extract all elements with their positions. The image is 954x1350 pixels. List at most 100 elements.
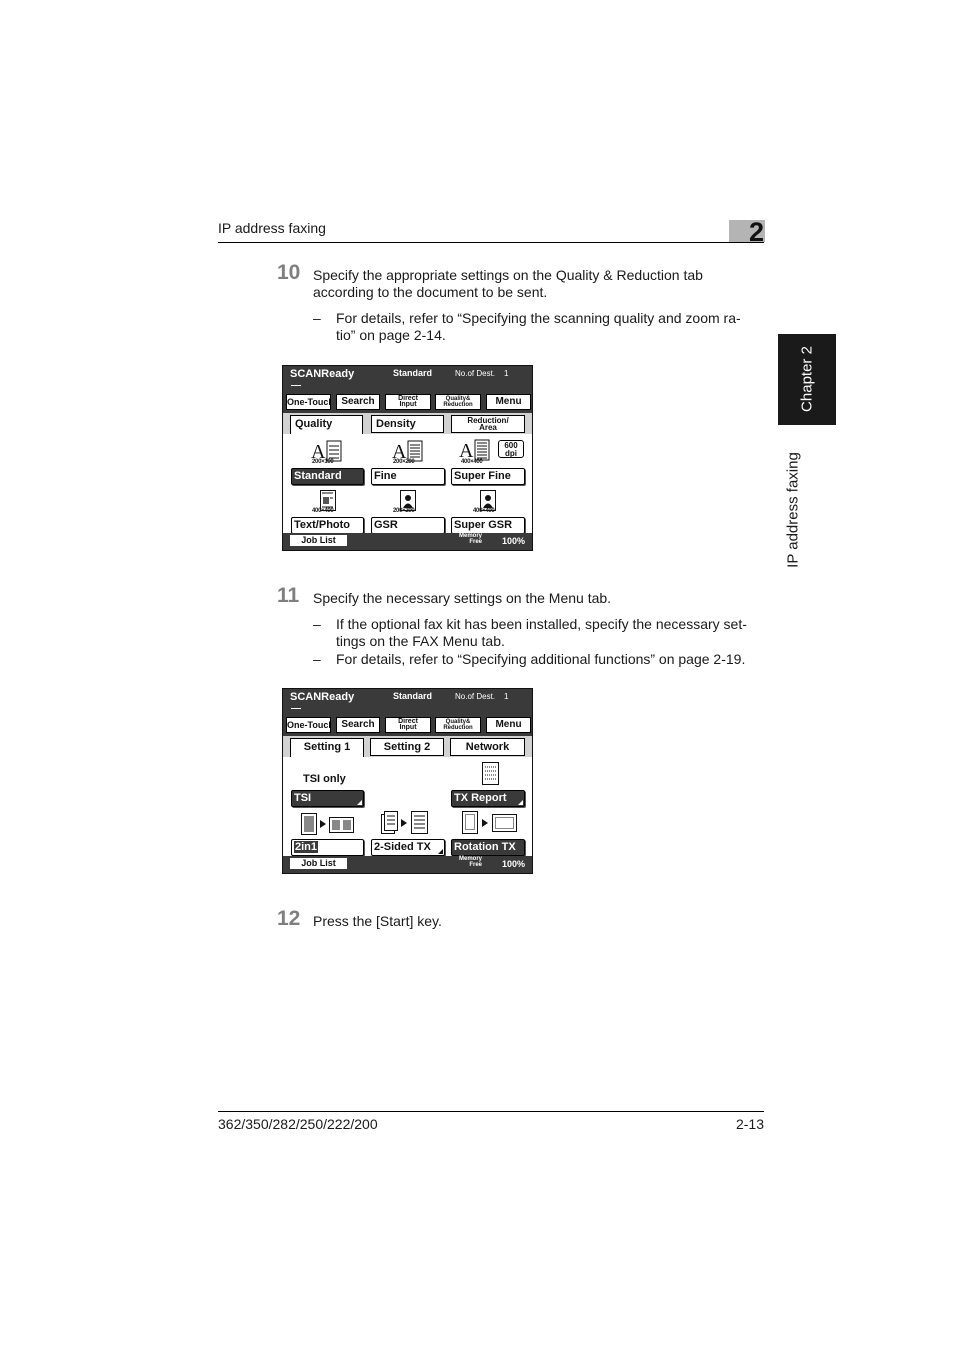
menu-screen: SCANReady Standard No.of Dest. 1 One-Tou… [282, 688, 533, 874]
memory-label: Memory Free [459, 533, 482, 545]
tab-label: Input [399, 724, 417, 731]
tab-density[interactable]: Density [371, 415, 444, 433]
chapter-side-label: Chapter 2 [798, 346, 816, 412]
tab-label: Reduction [443, 725, 473, 731]
super-fine-button[interactable]: Super Fine [451, 468, 525, 485]
2in1-button[interactable]: 2in1 [291, 839, 364, 856]
2in1-icon [301, 813, 354, 835]
tab-label: Area [479, 423, 497, 432]
button-label: 2-Sided TX [374, 841, 431, 853]
tsi-only-label: TSI only [303, 773, 346, 785]
job-list-button[interactable]: Job List [290, 858, 347, 869]
report-doc-icon [482, 762, 499, 785]
gsr-button[interactable]: GSR [371, 517, 445, 534]
tab-reduction-area[interactable]: Reduction/Area [451, 415, 525, 433]
chapter-side-tab: Chapter 2 [778, 334, 836, 425]
step-number: 11 [277, 584, 300, 607]
tab-menu[interactable]: Menu [486, 394, 531, 410]
footer-rule [218, 1111, 764, 1112]
job-list-button[interactable]: Job List [290, 535, 347, 546]
tab-one-touch[interactable]: One-Touch [286, 394, 331, 410]
memory-percent: 100% [502, 859, 526, 869]
bullet-dash: – [313, 616, 321, 632]
bullet-text: For details, refer to “Specifying additi… [336, 651, 746, 667]
step-text: Specify the necessary settings on the Me… [313, 590, 612, 606]
memory-label: Memory Free [459, 856, 482, 868]
step-text: according to the document to be sent. [313, 284, 548, 300]
running-header-title: IP address faxing [218, 220, 326, 236]
rotation-tx-button[interactable]: Rotation TX [451, 839, 525, 856]
title-underline [291, 708, 301, 709]
step-number: 12 [277, 907, 301, 930]
title-underline [291, 385, 301, 386]
tsi-button[interactable]: TSI [291, 790, 364, 807]
quality-options: A A A 600 dpi 200×100 200×200 400×400 Sta… [283, 434, 532, 534]
bullet-text: tings on the FAX Menu tab. [336, 633, 505, 649]
memory-text: Free [469, 539, 483, 545]
screen-footer: Job List Memory Free 100% [283, 533, 532, 550]
dest-count: 1 [504, 692, 509, 701]
sub-tabs: Quality Density Reduction/Area [283, 414, 532, 435]
tab-label: Reduction [443, 402, 473, 408]
dest-count: 1 [504, 369, 509, 378]
dropdown-corner-icon [357, 800, 362, 805]
dest-label: No.of Dest. [455, 692, 496, 701]
2-sided-tx-icon [381, 811, 428, 834]
header-rule [218, 242, 764, 243]
tab-quality-reduction[interactable]: Quality& Reduction [435, 394, 481, 410]
super-gsr-button[interactable]: Super GSR [451, 517, 525, 534]
tab-menu[interactable]: Menu [486, 717, 531, 733]
tx-report-button[interactable]: TX Report [451, 790, 525, 807]
tab-network[interactable]: Network [450, 738, 525, 756]
tab-direct-input[interactable]: Direct Input [385, 717, 431, 733]
button-label: TX Report [454, 792, 507, 804]
screen-title: SCANReady [290, 691, 355, 703]
tab-direct-input[interactable]: Direct Input [385, 394, 431, 410]
chapter-number-box: 2 [729, 217, 765, 247]
memory-text: Free [469, 862, 483, 868]
button-label: TSI [294, 792, 312, 804]
sub-tabs: Setting 1 Setting 2 Network [283, 737, 532, 758]
text-doc-icon: A [459, 439, 490, 462]
600dpi-button[interactable]: 600 dpi [498, 440, 524, 458]
resolution-label: 400×400 [312, 508, 334, 514]
memory-percent: 100% [502, 536, 526, 546]
fine-button[interactable]: Fine [371, 468, 445, 485]
tab-quality[interactable]: Quality [290, 415, 363, 435]
button-label: 2in1 [294, 841, 319, 853]
tab-search[interactable]: Search [336, 394, 380, 410]
2-sided-tx-button[interactable]: 2-Sided TX [371, 839, 445, 856]
step-text: Press the [Start] key. [313, 913, 442, 929]
screen-footer: Job List Memory Free 100% [283, 856, 532, 873]
text-photo-button[interactable]: Text/Photo [291, 517, 364, 534]
menu-options: TSI only TSI TX Report 2in1 2-Sided TX R… [283, 757, 532, 857]
resolution-label: 200×100 [312, 459, 334, 465]
tab-setting-1[interactable]: Setting 1 [290, 738, 364, 758]
resolution-label: 200×200 [393, 459, 415, 465]
step-number: 10 [277, 261, 301, 284]
bullet-text: tio” on page 2-14. [336, 327, 446, 343]
tab-search[interactable]: Search [336, 717, 380, 733]
step-text: Specify the appropriate settings on the … [313, 267, 703, 283]
mode-label: Standard [393, 691, 433, 701]
resolution-label: 200×200 [393, 508, 415, 514]
footer-page-number: 2-13 [735, 1116, 764, 1132]
mode-label: Standard [393, 368, 433, 378]
tab-one-touch[interactable]: One-Touch [286, 717, 331, 733]
main-tabs: One-Touch Search Direct Input Quality& Red… [283, 393, 532, 413]
section-side-label: IP address faxing [784, 452, 802, 568]
tab-label: Input [399, 401, 417, 408]
tab-setting-2[interactable]: Setting 2 [370, 738, 444, 756]
footer-model-numbers: 362/350/282/250/222/200 [218, 1116, 378, 1132]
screen-status-bar: SCANReady Standard No.of Dest. 1 [283, 689, 532, 716]
quality-reduction-screen: SCANReady Standard No.of Dest. 1 One-Tou… [282, 365, 533, 551]
dropdown-corner-icon [518, 800, 523, 805]
dpi-unit: dpi [505, 449, 517, 458]
screen-status-bar: SCANReady Standard No.of Dest. 1 [283, 366, 532, 393]
bullet-text: For details, refer to “Specifying the sc… [336, 310, 741, 326]
tab-quality-reduction[interactable]: Quality& Reduction [435, 717, 481, 733]
bullet-text: If the optional fax kit has been install… [336, 616, 747, 632]
main-tabs: One-Touch Search Direct Input Quality& Red… [283, 716, 532, 736]
rotation-tx-icon [462, 811, 517, 834]
standard-button[interactable]: Standard [291, 468, 364, 485]
